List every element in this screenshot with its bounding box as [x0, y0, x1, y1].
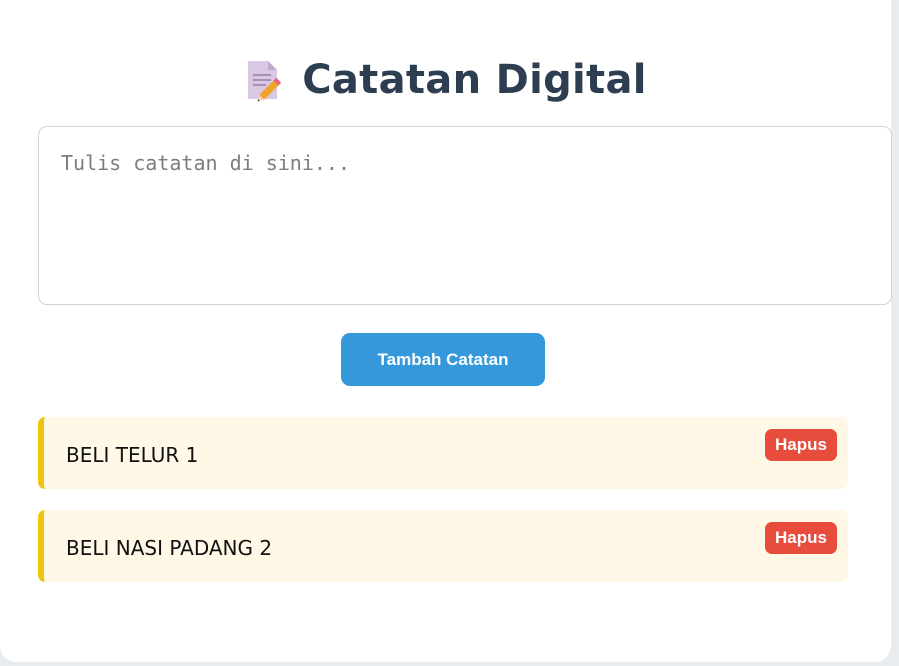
note-input[interactable] [38, 126, 892, 305]
delete-note-button[interactable]: Hapus [765, 429, 837, 461]
add-note-button[interactable]: Tambah Catatan [341, 333, 545, 386]
note-list: BELI TELUR 1 Hapus BELI NASI PADANG 2 Ha… [38, 417, 848, 603]
delete-note-button[interactable]: Hapus [765, 522, 837, 554]
note-item: BELI TELUR 1 Hapus [38, 417, 848, 489]
page-header: Catatan Digital [0, 50, 891, 110]
note-text: BELI NASI PADANG 2 [66, 536, 273, 560]
memo-pencil-icon [244, 58, 284, 102]
note-text: BELI TELUR 1 [66, 443, 199, 467]
page-title: Catatan Digital [302, 57, 647, 103]
app-card: Catatan Digital Tambah Catatan BELI TELU… [0, 0, 892, 662]
note-item: BELI NASI PADANG 2 Hapus [38, 510, 848, 582]
